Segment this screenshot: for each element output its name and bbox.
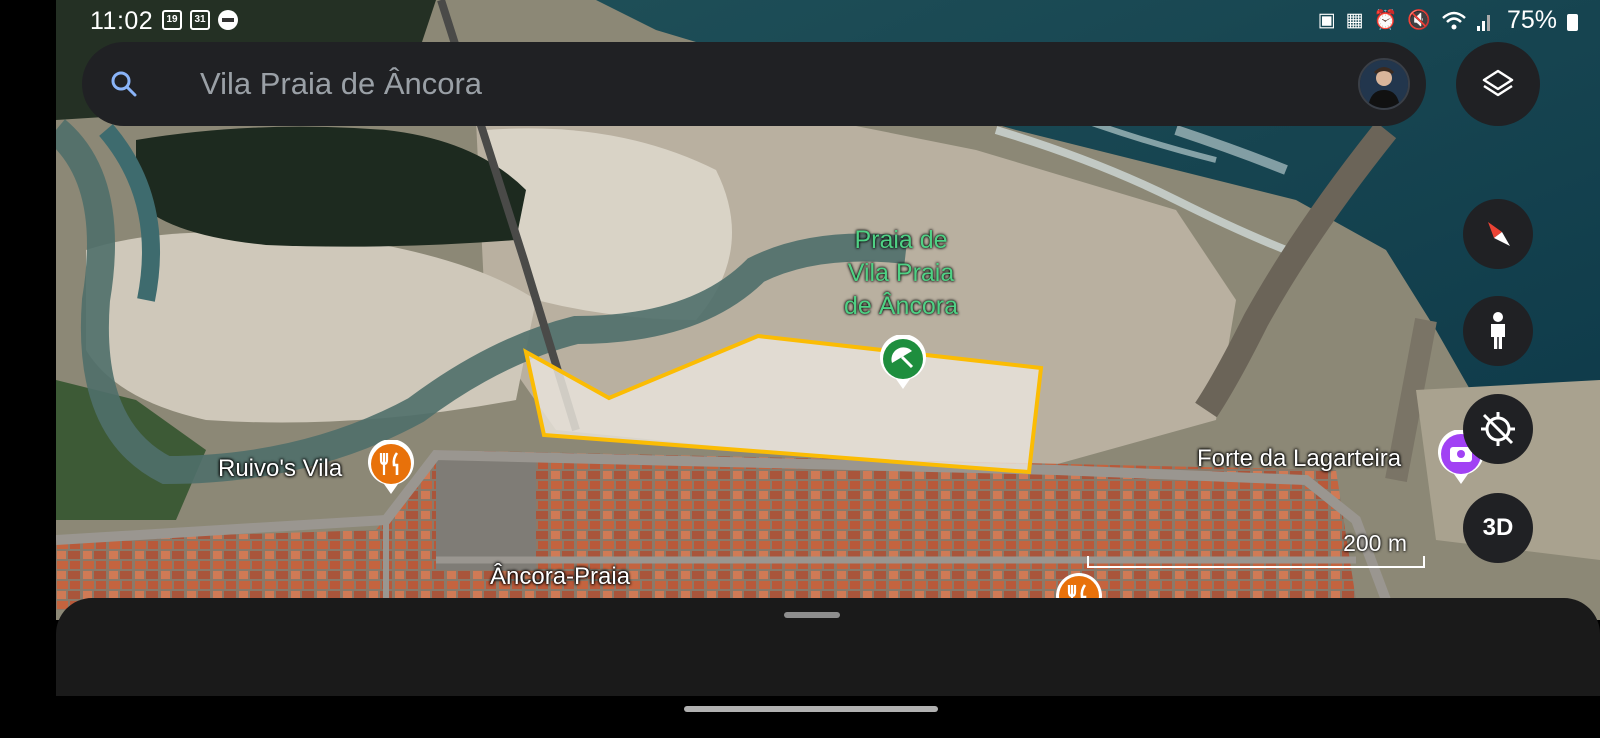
do-not-disturb-icon (218, 10, 238, 30)
alarm-icon: ⏰ (1373, 9, 1398, 31)
umbrella-icon (880, 335, 926, 389)
status-bar: 11:02 19 31 ▣ ▦ ⏰ 🔇 75% (56, 0, 1600, 40)
scale-line (1087, 556, 1425, 568)
restaurant-icon (368, 440, 414, 494)
search-query[interactable]: Vila Praia de Âncora (200, 66, 482, 102)
gesture-home-handle[interactable] (684, 706, 938, 712)
beach-name-label[interactable]: Praia de Vila Praia de Âncora (826, 224, 976, 323)
compass-icon (1488, 222, 1510, 246)
location-off-icon (1481, 412, 1515, 446)
beach-name-line-3: de Âncora (844, 292, 958, 320)
search-icon (111, 71, 137, 97)
compass-button[interactable] (1463, 199, 1533, 269)
search-bar[interactable]: Vila Praia de Âncora (82, 42, 1426, 126)
signal-icon (1476, 14, 1490, 31)
profile-photo (1360, 60, 1408, 108)
system-navigation-bar (56, 696, 1600, 738)
status-right-icons: ▣ ▦ ⏰ 🔇 75% (1318, 6, 1578, 35)
beach-name-line-1: Praia de (854, 226, 948, 254)
building-icon: ▦ (1345, 9, 1364, 31)
samsung-calendar-icon: 19 (162, 10, 182, 30)
street-view-button[interactable] (1463, 296, 1533, 366)
place-label-ruivos[interactable]: Ruivo's Vila (218, 455, 342, 483)
status-left-icons: 19 31 (162, 10, 238, 30)
my-location-button[interactable] (1463, 394, 1533, 464)
battery-percentage: 75% (1506, 6, 1557, 34)
avatar[interactable] (1358, 58, 1410, 110)
beach-name-line-2: Vila Praia (847, 259, 955, 287)
bottom-sheet-drag-handle[interactable] (784, 612, 840, 618)
layers-button[interactable] (1456, 42, 1540, 126)
battery-saver-icon: ▣ (1317, 9, 1336, 31)
place-label-forte[interactable]: Forte da Lagarteira (1197, 445, 1401, 473)
status-time: 11:02 (90, 7, 154, 35)
street-view-icon (1491, 312, 1505, 349)
scale-text: 200 m (1343, 530, 1407, 556)
calendar-icon: 31 (190, 10, 210, 30)
layers-icon (1482, 69, 1514, 97)
device-screen: Praia de Vila Praia de Âncora Ruivo's Vi… (56, 0, 1600, 738)
place-label-ancora-praia[interactable]: Âncora-Praia (490, 563, 630, 591)
3d-toggle-button[interactable]: 3D (1463, 493, 1533, 563)
wifi-icon (1442, 11, 1466, 29)
map-scale: 200 m (1087, 530, 1427, 570)
mute-icon: 🔇 (1407, 9, 1431, 31)
battery-icon (1567, 14, 1578, 31)
